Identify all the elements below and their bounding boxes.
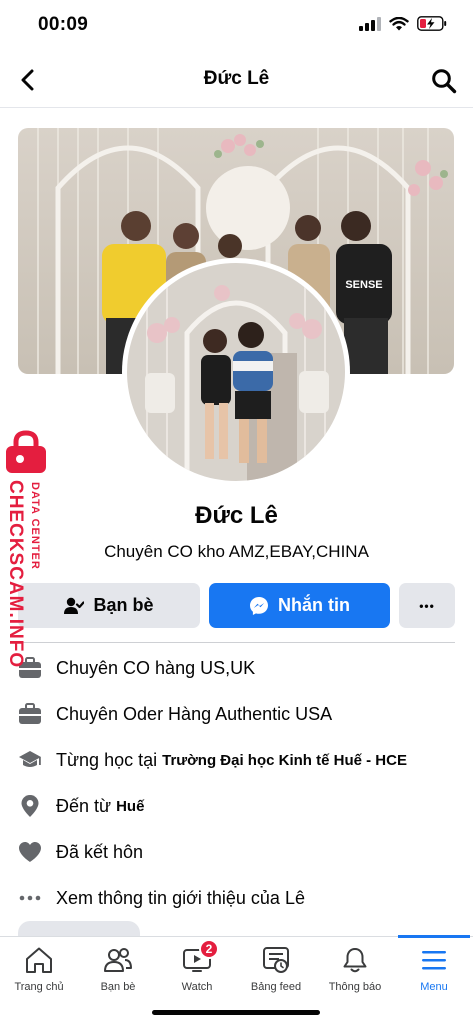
tab-feeds[interactable]: Bảng feed bbox=[237, 937, 315, 997]
messenger-icon bbox=[250, 596, 268, 615]
info-row-hometown: Đến từ Huế bbox=[18, 786, 458, 826]
school-link[interactable]: Trường Đại học Kinh tế Huế - HCE bbox=[162, 752, 407, 769]
battery-charging-icon bbox=[417, 16, 447, 31]
feeds-icon bbox=[260, 945, 292, 975]
see-about-info-link[interactable]: Xem thông tin giới thiệu của Lê bbox=[18, 878, 458, 918]
tab-label: Bạn bè bbox=[100, 981, 136, 993]
profile-header-bar: Đức Lê bbox=[0, 52, 473, 108]
cellular-signal-icon bbox=[359, 16, 381, 31]
graduation-cap-icon bbox=[18, 748, 42, 772]
home-icon bbox=[23, 945, 55, 975]
briefcase-icon bbox=[18, 702, 42, 726]
info-row-relationship: Đã kết hôn bbox=[18, 832, 458, 872]
tab-watch[interactable]: 2 Watch bbox=[158, 937, 236, 997]
tab-friends[interactable]: Bạn bè bbox=[79, 937, 157, 997]
tab-label: Thông báo bbox=[328, 981, 382, 993]
tab-label: Trang chủ bbox=[14, 981, 64, 993]
tab-label: Bảng feed bbox=[250, 981, 302, 993]
friends-icon bbox=[102, 945, 134, 975]
tab-notifications[interactable]: Thông báo bbox=[316, 937, 394, 997]
wifi-icon bbox=[389, 16, 409, 30]
tab-menu[interactable]: Menu bbox=[395, 937, 473, 997]
status-bar: 00:09 bbox=[0, 0, 473, 52]
more-dots-icon bbox=[18, 886, 42, 910]
hometown-link[interactable]: Huế bbox=[116, 798, 144, 815]
info-row-education: Từng học tại Trường Đại học Kinh tế Huế … bbox=[18, 740, 458, 780]
section-divider bbox=[18, 642, 455, 643]
page-title: Đức Lê bbox=[203, 68, 270, 89]
search-button[interactable] bbox=[429, 66, 459, 96]
info-text: Chuyên CO hàng US,UK bbox=[56, 657, 256, 678]
friend-check-icon bbox=[64, 597, 85, 614]
bell-icon bbox=[339, 945, 371, 975]
profile-bio: Chuyên CO kho AMZ,EBAY,CHINA bbox=[104, 542, 369, 561]
info-text: Đã kết hôn bbox=[56, 841, 144, 862]
notification-badge: 2 bbox=[199, 939, 219, 959]
svg-text:SENSE: SENSE bbox=[345, 279, 382, 291]
message-button-label: Nhắn tin bbox=[278, 595, 350, 615]
profile-action-row: Bạn bè Nhắn tin ••• bbox=[0, 583, 473, 629]
home-indicator bbox=[152, 1010, 320, 1015]
watermark-title: CHECKSCAM.INFO bbox=[5, 480, 26, 669]
info-row-work-2: Chuyên Oder Hàng Authentic USA bbox=[18, 694, 458, 734]
avatar-photo bbox=[127, 263, 345, 481]
watch-video-icon: 2 bbox=[181, 939, 219, 975]
location-pin-icon bbox=[18, 794, 42, 818]
info-text: Chuyên Oder Hàng Authentic USA bbox=[56, 703, 333, 724]
info-row-work-1: Chuyên CO hàng US,UK bbox=[18, 648, 458, 688]
friends-button-label: Bạn bè bbox=[93, 595, 154, 615]
profile-name: Đức Lê bbox=[195, 502, 278, 529]
more-options-button[interactable]: ••• bbox=[399, 583, 455, 628]
profile-avatar[interactable] bbox=[122, 258, 350, 486]
tab-label: Watch bbox=[181, 981, 213, 993]
watermark: DATA CENTER CHECKSCAM.INFO bbox=[0, 430, 52, 670]
message-button[interactable]: Nhắn tin bbox=[209, 583, 390, 628]
padlock-icon bbox=[6, 430, 46, 473]
info-text: Xem thông tin giới thiệu của Lê bbox=[56, 887, 305, 908]
more-dots-icon: ••• bbox=[419, 598, 435, 613]
watermark-subtitle: DATA CENTER bbox=[29, 482, 41, 570]
status-time: 00:09 bbox=[38, 14, 89, 35]
status-icons bbox=[359, 16, 447, 31]
heart-icon bbox=[18, 840, 42, 864]
tab-home[interactable]: Trang chủ bbox=[0, 937, 78, 997]
menu-icon bbox=[418, 945, 450, 975]
search-icon bbox=[432, 69, 457, 94]
info-text: Đến từ bbox=[56, 795, 112, 816]
info-text: Từng học tại bbox=[56, 749, 158, 770]
tab-label: Menu bbox=[420, 981, 448, 993]
